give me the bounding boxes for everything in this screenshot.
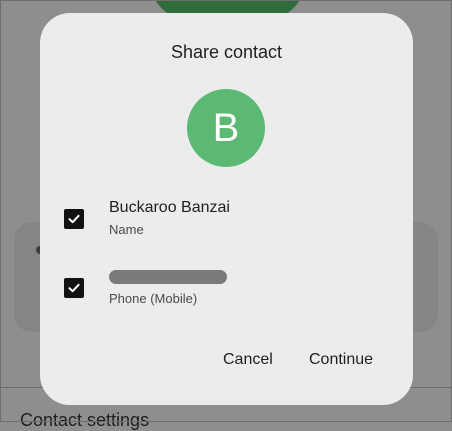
redacted-phone-number <box>109 270 227 284</box>
phone-field-label: Phone (Mobile) <box>109 291 198 306</box>
cancel-button[interactable]: Cancel <box>223 351 273 369</box>
share-contact-dialog: Share contact B Buckaroo Banzai Name Pho… <box>40 13 413 405</box>
continue-button[interactable]: Continue <box>309 351 373 369</box>
share-name-row[interactable]: Buckaroo Banzai Name <box>40 197 413 253</box>
phone-checkbox[interactable] <box>64 278 84 298</box>
checkmark-icon <box>68 283 80 293</box>
share-phone-row[interactable]: Phone (Mobile) <box>40 266 413 322</box>
contact-name: Buckaroo Banzai <box>109 199 230 216</box>
contact-avatar: B <box>187 89 265 167</box>
name-field-label: Name <box>109 222 144 237</box>
avatar-letter: B <box>212 105 240 150</box>
dialog-title: Share contact <box>170 42 283 62</box>
name-checkbox[interactable] <box>64 209 84 229</box>
checkmark-icon <box>68 214 80 224</box>
dialog-actions: Cancel Continue <box>40 351 413 377</box>
background-contact-settings-label: Contact settings <box>20 410 150 430</box>
